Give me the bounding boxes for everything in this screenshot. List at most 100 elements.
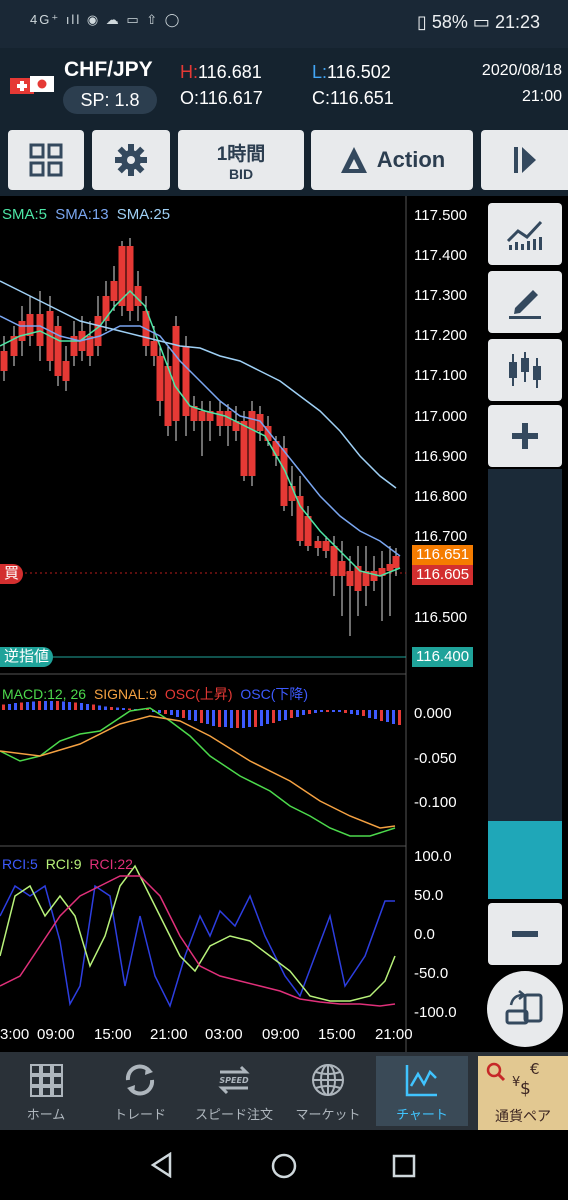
signal-line — [0, 715, 396, 829]
macd-label: MACD:12, 26 — [2, 686, 87, 702]
chart-area[interactable] — [0, 196, 480, 1052]
nav-trade[interactable]: トレード — [94, 1056, 186, 1126]
macd-histogram-bar — [356, 710, 359, 715]
currency-pair[interactable]: CHF/JPY — [64, 58, 153, 82]
macd-histogram-bar — [230, 710, 233, 728]
macd-histogram-bar — [176, 710, 179, 717]
macd-histogram-bar — [374, 710, 377, 719]
macd-histogram-bar — [272, 710, 275, 723]
time-tick: 21:00 — [375, 1026, 413, 1043]
macd-histogram-bar — [344, 710, 347, 713]
close-value: C:116.651 — [312, 88, 394, 108]
candle-body — [240, 421, 248, 476]
grid-icon — [29, 143, 63, 177]
buy-price-tag: 116.605 — [412, 565, 474, 585]
macd-histogram-bar — [248, 710, 251, 727]
macd-histogram-bar — [128, 708, 131, 710]
rci9-line — [0, 864, 396, 1002]
current-price-tag: 116.651 — [412, 545, 474, 565]
sma13-label: SMA:13 — [55, 206, 109, 223]
play-button[interactable] — [481, 130, 568, 190]
nav-home[interactable]: ホーム — [0, 1056, 92, 1126]
open-value: O:116.617 — [180, 88, 263, 108]
macd-histogram-bar — [392, 710, 395, 724]
rci-tick: -50.0 — [414, 965, 449, 982]
macd-histogram-bar — [302, 710, 305, 715]
timeframe-button[interactable]: 1時間 BID — [178, 130, 304, 190]
candle-body — [0, 351, 8, 371]
macd-tick: 0.000 — [414, 705, 452, 722]
macd-tick: -0.100 — [414, 794, 457, 811]
macd-histogram-bar — [218, 710, 221, 727]
chart-canvas[interactable] — [0, 196, 480, 1052]
candle-body — [36, 314, 44, 346]
nav-chart[interactable]: チャート — [376, 1056, 468, 1126]
zoom-slider-thumb[interactable] — [488, 821, 562, 899]
pencil-icon — [509, 290, 541, 319]
nav-trade-label: トレード — [113, 1107, 166, 1122]
chart-icon — [405, 1065, 437, 1097]
price-tick: 116.500 — [414, 609, 468, 626]
candle-body — [386, 564, 394, 571]
gear-icon — [115, 144, 147, 176]
recents-square-icon[interactable] — [392, 1154, 416, 1178]
time-tick: 15:00 — [318, 1026, 356, 1043]
rotate-screen-button[interactable] — [487, 971, 563, 1047]
macd-histogram-bar — [260, 710, 263, 726]
draw-button[interactable] — [488, 271, 562, 333]
macd-histogram-bar — [326, 710, 329, 712]
zoom-out-button[interactable] — [488, 903, 562, 965]
macd-histogram-bar — [386, 710, 389, 722]
macd-histogram-bar — [236, 710, 239, 728]
sma25-line — [0, 280, 397, 489]
battery-icon: ▭ — [472, 12, 490, 32]
line-chart-icon — [506, 220, 543, 250]
candle-body — [18, 321, 26, 341]
step-forward-icon — [513, 147, 536, 173]
status-icons: 4G⁺ ıll ◉ ☁ ▭ ⇧ ◯ — [30, 12, 182, 27]
indicator-button[interactable] — [488, 203, 562, 265]
price-tick: 117.000 — [414, 408, 468, 425]
candle-body — [280, 448, 288, 506]
status-right: ▯ 58% ▭ 21:23 — [417, 12, 540, 33]
home-circle-icon[interactable] — [270, 1152, 298, 1180]
settings-button[interactable] — [92, 130, 170, 190]
back-icon[interactable] — [150, 1152, 174, 1178]
macd-histogram-bar — [332, 710, 335, 712]
nav-speed-order[interactable]: SPEED スピード注文 — [188, 1056, 280, 1126]
rci22-label: RCI:22 — [89, 856, 133, 872]
nav-market[interactable]: マーケット — [282, 1056, 374, 1126]
macd-histogram-bar — [254, 710, 257, 727]
battery-percent: 58% — [431, 12, 468, 32]
macd-histogram-bar — [14, 703, 17, 710]
layout-button[interactable] — [8, 130, 84, 190]
candle-body — [182, 346, 190, 416]
macd-histogram-bar — [320, 710, 323, 712]
macd-histogram-bar — [398, 710, 401, 725]
nav-currency-pair[interactable]: € ¥ $ 通貨ペア — [478, 1056, 568, 1130]
chart-type-button[interactable] — [488, 339, 562, 401]
date: 2020/08/18 — [481, 62, 562, 79]
macd-histogram-bar — [314, 710, 317, 713]
action-button[interactable]: Action — [311, 130, 473, 190]
rci-legend: RCI:5 RCI:9 RCI:22 — [2, 856, 133, 872]
stop-order-tag[interactable]: 逆指値 — [0, 647, 54, 667]
clock: 21:23 — [494, 12, 540, 32]
candle-body — [370, 571, 378, 581]
macd-histogram-bar — [362, 710, 365, 716]
rci5-label: RCI:5 — [2, 856, 38, 872]
price-tick: 117.300 — [414, 287, 468, 304]
chf-jpy-flag-icon — [10, 76, 54, 94]
candle-body — [172, 326, 180, 421]
macd-histogram-bar — [338, 710, 341, 712]
macd-line — [0, 707, 396, 837]
macd-histogram-bar — [8, 704, 11, 710]
candle-body — [322, 541, 330, 551]
zoom-in-button[interactable] — [488, 405, 562, 467]
time-tick: 15:00 — [94, 1026, 132, 1043]
time-tick: 09:00 — [262, 1026, 300, 1043]
candle-body — [330, 546, 338, 576]
buy-position-tag[interactable]: 買 — [0, 564, 24, 584]
macd-histogram-bar — [224, 710, 227, 727]
candle-body — [150, 341, 158, 356]
